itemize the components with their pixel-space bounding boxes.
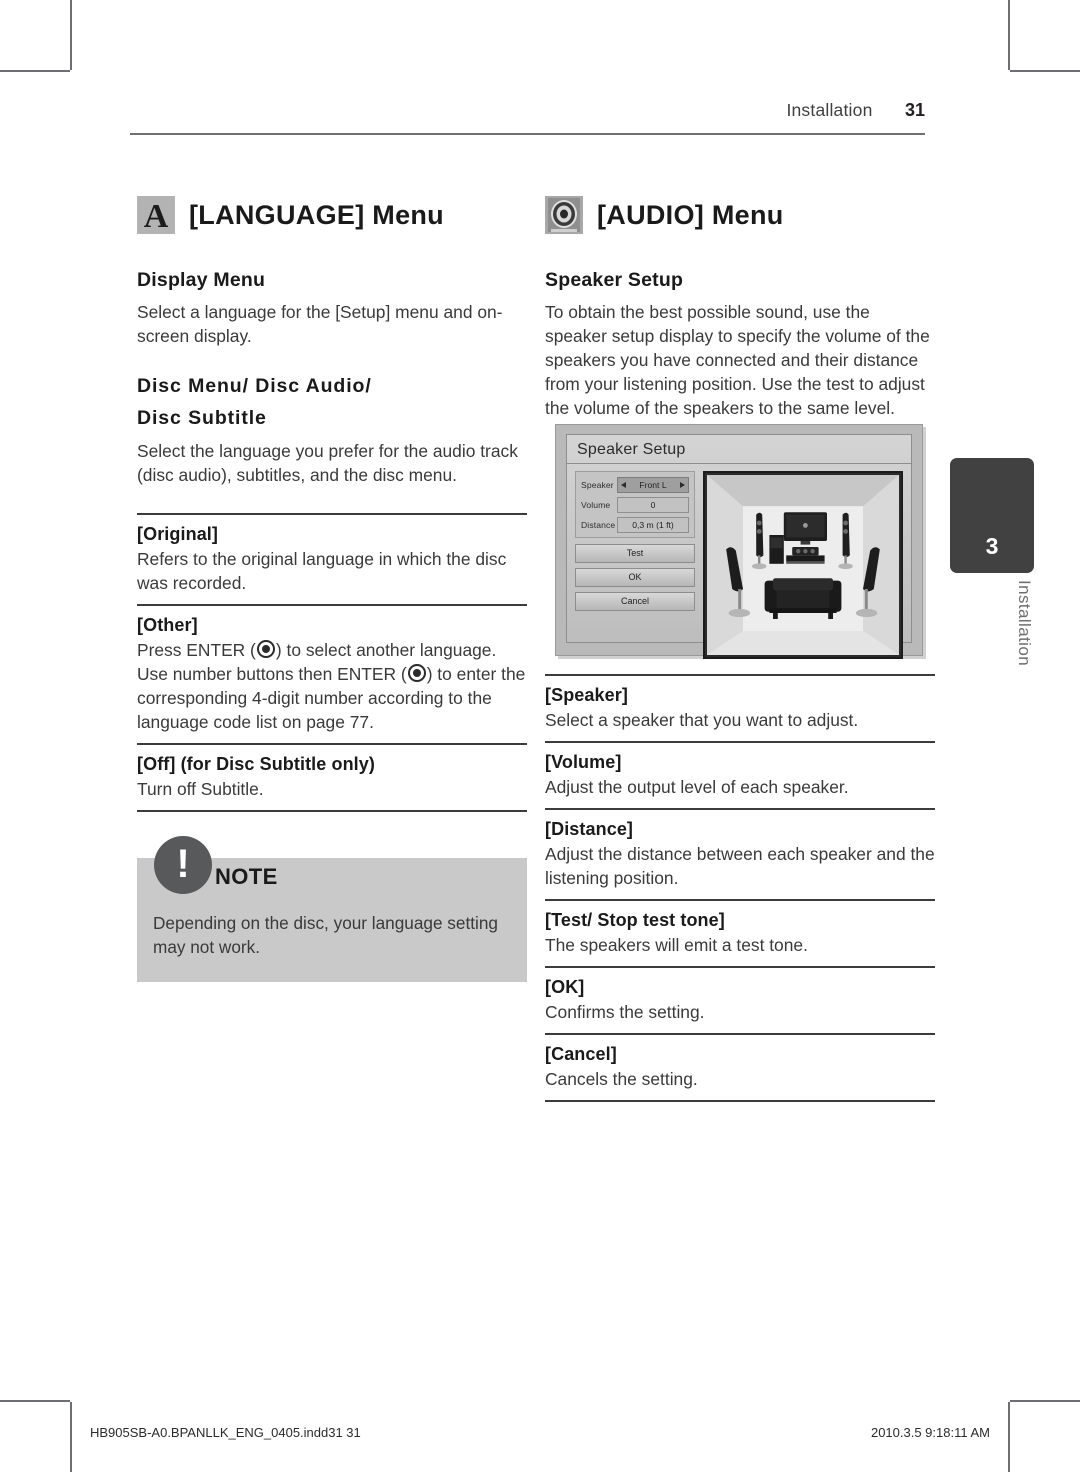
- speaker-setup-fields: Speaker Front L Volume 0 Distance 0,3 m …: [575, 470, 695, 538]
- window-title-divider: [567, 462, 911, 464]
- language-menu-heading: A [LANGUAGE] Menu: [137, 196, 527, 234]
- header-page-number: 31: [904, 100, 925, 120]
- definition-term: [Volume]: [545, 751, 622, 772]
- note-callout: Depending on the disc, your language set…: [137, 836, 527, 983]
- definition-description: Refers to the original language in which…: [137, 549, 507, 594]
- cancel-button[interactable]: Cancel: [575, 591, 695, 611]
- arrow-left-icon[interactable]: [621, 481, 626, 488]
- room-diagram: [707, 474, 899, 655]
- language-letter-a-icon: A: [137, 196, 175, 234]
- field-row-distance: Distance 0,3 m (1 ft): [581, 516, 689, 533]
- speaker-setup-window-title: Speaker Setup: [577, 440, 686, 458]
- definition-description: Adjust the output level of each speaker.: [545, 776, 849, 797]
- display-menu-body: Select a language for the [Setup] menu a…: [137, 301, 503, 346]
- footer-filename: HB905SB-A0.BPANLLK_ENG_0405.indd31 31: [90, 1425, 361, 1440]
- definition-term: [Off] (for Disc Subtitle only): [137, 754, 375, 775]
- field-row-speaker: Speaker Front L: [581, 476, 689, 493]
- left-column: A [LANGUAGE] Menu Display Menu Select a …: [137, 196, 527, 983]
- language-menu-title: [LANGUAGE] Menu: [189, 199, 444, 230]
- display-menu-title: Display Menu: [137, 269, 266, 291]
- disc-menu-title-line2: Disc Subtitle: [137, 406, 267, 429]
- field-value: Front L: [639, 479, 667, 490]
- chapter-tab: 3: [950, 458, 1034, 573]
- arrow-right-icon[interactable]: [680, 481, 685, 488]
- definition-description: The speakers will emit a test tone.: [545, 934, 808, 955]
- test-button[interactable]: Test: [575, 543, 695, 563]
- speaker-setup-body: To obtain the best possible sound, use t…: [545, 301, 930, 418]
- definition-description: Select a speaker that you want to adjust…: [545, 709, 859, 730]
- crop-mark-top-right-horizontal: [1010, 70, 1080, 72]
- definition-other: [Other] Press ENTER () to select another…: [137, 604, 527, 743]
- header-section-title: Installation: [786, 100, 873, 120]
- crop-mark-top-left-vertical: [70, 0, 72, 70]
- exclamation-glyph: !: [176, 841, 190, 886]
- definition-distance: [Distance] Adjust the distance between e…: [545, 807, 935, 899]
- enter-button-icon: [407, 664, 426, 683]
- definition-ok: [OK] Confirms the setting.: [545, 965, 935, 1033]
- right-column: [AUDIO] Menu Speaker Setup To obtain the…: [545, 196, 935, 1102]
- volume-value-field[interactable]: 0: [617, 496, 689, 513]
- definition-term: [Distance]: [545, 818, 634, 839]
- definition-term: [Test/ Stop test tone]: [545, 909, 725, 930]
- room-layout-illustration: [703, 470, 903, 659]
- chapter-number: 3: [985, 533, 999, 559]
- field-value: 0,3 m (1 ft): [632, 519, 674, 530]
- definition-off: [Off] (for Disc Subtitle only) Turn off …: [137, 743, 527, 813]
- language-definition-list: [Original] Refers to the original langua…: [137, 513, 527, 813]
- exclamation-icon: !: [154, 836, 212, 895]
- definition-term: [Cancel]: [545, 1043, 617, 1064]
- ok-button[interactable]: OK: [575, 567, 695, 587]
- definition-description: Turn off Subtitle.: [137, 779, 264, 800]
- definition-description-part1: Press ENTER (: [137, 640, 256, 661]
- definition-term: [Other]: [137, 615, 198, 636]
- definition-description: Adjust the distance between each speaker…: [545, 843, 935, 888]
- note-label: NOTE: [215, 864, 278, 890]
- header-rule: [130, 133, 925, 135]
- definition-original: [Original] Refers to the original langua…: [137, 513, 527, 604]
- crop-mark-bottom-right-vertical: [1008, 1402, 1010, 1472]
- crop-mark-top-right-vertical: [1008, 0, 1010, 70]
- speaker-setup-window: Speaker Setup Speaker Front L Volume 0 D…: [566, 433, 912, 659]
- audio-menu-heading: [AUDIO] Menu: [545, 196, 935, 234]
- speaker-setup-controls: Speaker Front L Volume 0 Distance 0,3 m …: [575, 470, 695, 659]
- svg-text:A: A: [144, 198, 169, 234]
- note-text: Depending on the disc, your language set…: [153, 913, 498, 957]
- disc-menu-title-line1: Disc Menu/ Disc Audio/: [137, 374, 372, 397]
- crop-mark-bottom-right-horizontal: [1010, 1400, 1080, 1402]
- crop-mark-bottom-left-horizontal: [0, 1400, 70, 1402]
- page-footer: HB905SB-A0.BPANLLK_ENG_0405.indd31 31 20…: [90, 1425, 990, 1440]
- audio-speaker-icon: [545, 196, 583, 234]
- definition-description: Press ENTER () to select another languag…: [137, 638, 527, 734]
- crop-mark-top-left-horizontal: [0, 70, 70, 72]
- definition-description: Confirms the setting.: [545, 1001, 705, 1022]
- field-label: Distance: [581, 519, 616, 530]
- field-value: 0: [650, 499, 656, 510]
- enter-button-icon: [256, 640, 275, 659]
- speaker-setup-title: Speaker Setup: [545, 269, 684, 291]
- definition-volume: [Volume] Adjust the output level of each…: [545, 740, 935, 808]
- running-header: Installation 31: [130, 100, 925, 121]
- disc-menu-body: Select the language you prefer for the a…: [137, 441, 518, 486]
- field-label: Speaker: [581, 479, 614, 490]
- definition-term: [Original]: [137, 524, 218, 545]
- chapter-label: Installation: [1015, 580, 1034, 667]
- definition-description: Cancels the setting.: [545, 1068, 698, 1089]
- speaker-selector[interactable]: Front L: [617, 476, 689, 493]
- field-row-volume: Volume 0: [581, 496, 689, 513]
- audio-definition-list: [Speaker] Select a speaker that you want…: [545, 673, 935, 1102]
- audio-menu-title: [AUDIO] Menu: [597, 199, 784, 230]
- definition-cancel: [Cancel] Cancels the setting.: [545, 1032, 935, 1102]
- field-label: Volume: [581, 499, 611, 510]
- distance-value-field[interactable]: 0,3 m (1 ft): [617, 516, 689, 533]
- speaker-setup-screenshot: Speaker Setup Speaker Front L Volume 0 D…: [555, 423, 923, 659]
- definition-test-stop-test-tone: [Test/ Stop test tone] The speakers will…: [545, 898, 935, 966]
- footer-timestamp: 2010.3.5 9:18:11 AM: [870, 1425, 990, 1440]
- definition-term: [Speaker]: [545, 684, 628, 705]
- speaker-setup-content: Speaker Front L Volume 0 Distance 0,3 m …: [575, 470, 903, 659]
- definition-term: [OK]: [545, 976, 585, 997]
- crop-mark-bottom-left-vertical: [70, 1402, 72, 1472]
- definition-speaker: [Speaker] Select a speaker that you want…: [545, 673, 935, 741]
